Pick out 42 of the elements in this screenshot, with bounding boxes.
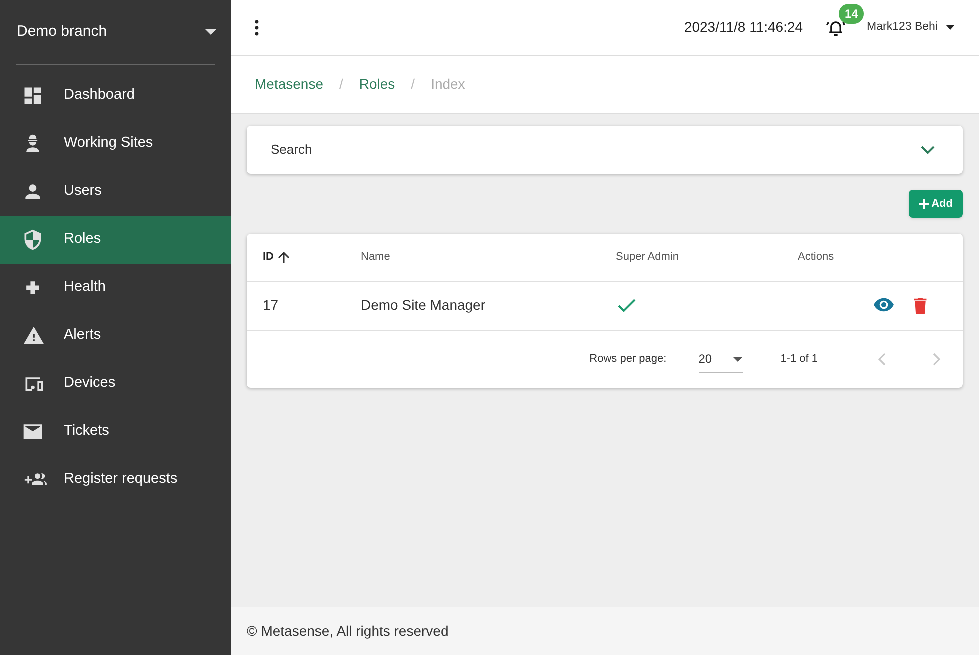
breadcrumb-link[interactable]: Metasense	[255, 74, 324, 95]
sidebar-item[interactable]: Health	[0, 264, 231, 312]
column-header[interactable]: Super Admin	[616, 249, 679, 266]
sidebar-item[interactable]: Roles	[0, 216, 231, 264]
warning-icon	[22, 325, 46, 347]
trash-icon[interactable]	[914, 298, 927, 314]
rows-per-page-label: Rows per page:	[590, 352, 667, 368]
caret-icon[interactable]	[205, 29, 217, 35]
sidebar-item[interactable]: Register requests	[0, 456, 231, 504]
table-cell: Demo Site Manager	[361, 297, 486, 313]
caret-icon[interactable]	[732, 356, 743, 362]
shield-icon	[22, 229, 44, 251]
more-menu-icon[interactable]	[255, 20, 259, 36]
column-header: Actions	[798, 250, 834, 266]
column-header[interactable]: Name	[361, 249, 390, 266]
page-range: 1-1 of 1	[780, 352, 818, 368]
copyright-text: © Metasense, All rights reserved	[247, 622, 449, 641]
sort-arrow-icon[interactable]	[278, 252, 290, 264]
date-time: 2023/11/8 11:46:24	[684, 18, 804, 37]
branch-selector[interactable]: Demo branch	[17, 20, 108, 44]
table-cell: 17	[263, 297, 279, 313]
chevron-icon[interactable]	[921, 146, 935, 154]
sidebar-item[interactable]: Users	[0, 168, 231, 216]
breadcrumb-current: Index	[431, 75, 466, 94]
notification-count: 14	[839, 4, 864, 24]
breadcrumb-link[interactable]: Roles	[359, 74, 396, 95]
sidebar-item[interactable]: Alerts	[0, 312, 231, 360]
caret-icon[interactable]	[946, 25, 955, 30]
sidebar-item[interactable]: Tickets	[0, 408, 231, 456]
user-menu[interactable]: Mark123 Behi	[867, 18, 955, 36]
sidebar-item[interactable]: Dashboard	[0, 72, 231, 120]
column-header[interactable]: ID	[263, 249, 274, 266]
dashboard-icon	[22, 85, 44, 107]
sidebar-item[interactable]: Working Sites	[0, 120, 231, 168]
sidebar-item[interactable]: Devices	[0, 360, 231, 408]
breadcrumb-separator: /	[339, 75, 344, 94]
search-panel[interactable]: Search	[247, 126, 963, 174]
view-icon[interactable]	[874, 298, 894, 312]
add-button[interactable]: Add	[908, 190, 963, 218]
rows-per-page-select[interactable]: 20	[698, 346, 743, 372]
breadcrumb-separator: /	[411, 75, 416, 94]
plus-icon	[918, 199, 929, 209]
